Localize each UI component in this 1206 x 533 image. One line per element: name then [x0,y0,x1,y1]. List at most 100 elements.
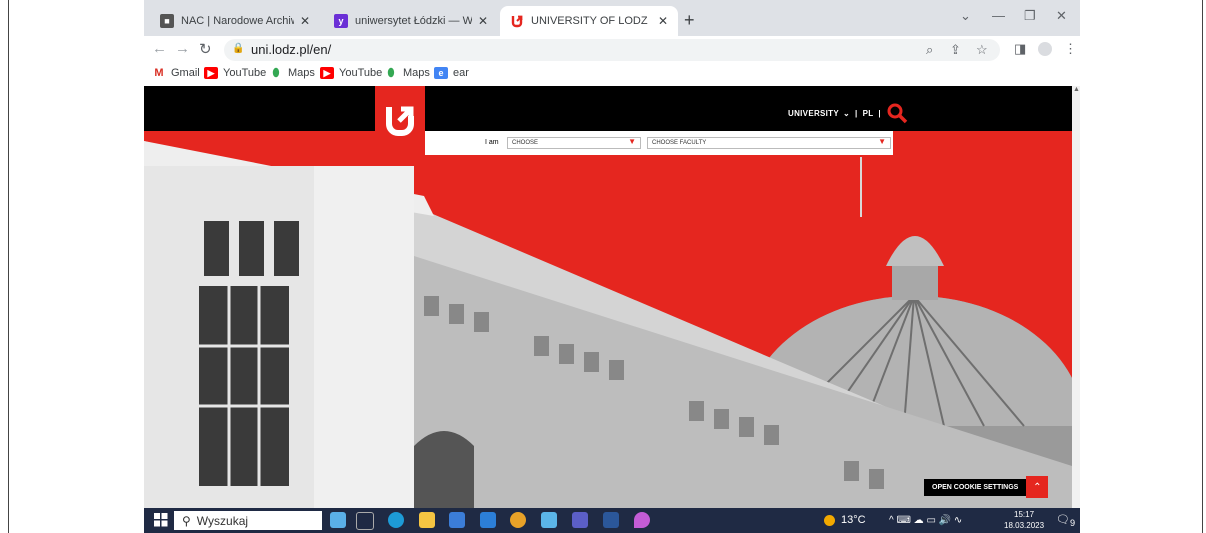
taskbar-search[interactable]: ⚲ Wyszukaj [174,511,322,530]
address-bar[interactable]: 🔒 uni.lodz.pl/en/ ⌕ ⇪ ☆ [224,39,1000,61]
mail-icon[interactable] [480,512,496,528]
edge-icon[interactable] [388,512,404,528]
back-icon[interactable]: ← [152,40,167,57]
ul-logo-icon [386,106,414,136]
browser-window: ■ NAC | Narodowe Archiwum Cyfr ✕ y uniwe… [144,0,1080,533]
web-page: UNIVERSITY ⌄ | PL | I am CHOOSE ▼ CHOOSE… [144,86,1072,508]
audience-selector-bar: I am CHOOSE ▼ CHOOSE FACULTY ▼ [425,131,893,155]
url-text[interactable]: uni.lodz.pl/en/ [251,42,331,57]
menu-kebab-icon[interactable]: ⋮ [1064,41,1077,57]
search-icon[interactable] [886,102,908,124]
i-am-label: I am [485,139,499,146]
tab-university-of-lodz[interactable]: UNIVERSITY OF LODZ ✕ [500,6,678,36]
restore-icon[interactable]: ❐ [1024,8,1036,24]
bookmark-label: YouTube [339,67,383,79]
share-icon[interactable]: ⇪ [950,42,961,58]
yahoo-favicon-icon: y [334,14,348,28]
reload-icon[interactable]: ↻ [199,40,212,58]
bookmark-youtube-2[interactable]: ▶ YouTube [320,67,382,79]
notification-count: 9 [1069,518,1076,529]
bookmark-label: Gmail [171,67,200,79]
tab-search-results[interactable]: y uniwersytet Łódzki — Wyniki wys ✕ [324,6,498,36]
clock-date: 18.03.2023 [1004,521,1045,530]
app-drop-icon[interactable] [634,512,650,528]
open-cookie-settings-button[interactable]: OPEN COOKIE SETTINGS [924,478,1027,496]
weather-sun-icon [824,514,835,526]
tab-nac[interactable]: ■ NAC | Narodowe Archiwum Cyfr ✕ [150,6,320,36]
bookmark-label: ear [453,67,469,79]
lock-icon[interactable]: 🔒 [232,43,244,54]
weather-widget[interactable]: 13°C [824,514,866,526]
temperature: 13°C [841,514,866,526]
gmail-icon: M [152,67,166,79]
audience-select[interactable]: CHOOSE ▼ [507,137,641,149]
chrome-icon[interactable] [510,512,526,528]
word-icon[interactable] [603,512,619,528]
site-header: UNIVERSITY ⌄ | PL | [144,86,1072,131]
faculty-select[interactable]: CHOOSE FACULTY ▼ [647,137,891,149]
clock-time: 15:17 [1014,510,1035,519]
tab-title: UNIVERSITY OF LODZ [531,15,648,27]
minimize-icon[interactable]: — [992,8,1005,23]
university-menu[interactable]: UNIVERSITY [788,109,839,118]
close-tab-icon[interactable]: ✕ [478,14,488,28]
taskbar-search-text: Wyszukaj [196,513,249,528]
cookie-settings: OPEN COOKIE SETTINGS ⌃ [924,474,1049,500]
search-icon: ⚲ [182,513,191,528]
bookmark-gmail[interactable]: M Gmail [152,67,200,79]
store-icon[interactable] [449,512,465,528]
scroll-up-icon[interactable]: ▲ [1073,86,1080,98]
bookmark-star-icon[interactable]: ☆ [976,42,988,58]
bookmark-label: YouTube [223,67,267,79]
zoom-icon[interactable]: ⌕ [926,42,933,58]
nav-divider: | [878,108,881,118]
profile-avatar-icon[interactable] [1038,42,1052,56]
windows-taskbar: ⚲ Wyszukaj 13°C ^ ⌨ ☁ ▭ 🔊 ∿ 15:17 18.03.… [144,508,1080,533]
bookmarks-bar: M Gmail ▶ YouTube ⬮ Maps ▶ YouTube ⬮ Map… [144,64,1080,86]
header-nav: UNIVERSITY ⌄ | PL | [788,102,908,124]
browser-toolbar: ← → ↻ 🔒 uni.lodz.pl/en/ ⌕ ⇪ ☆ ◨ ⋮ [144,36,1080,64]
maps-icon: ⬮ [269,67,283,79]
page-scrollbar[interactable]: ▲ [1072,86,1080,508]
side-panel-icon[interactable]: ◨ [1014,41,1026,57]
close-tab-icon[interactable]: ✕ [300,14,310,28]
nav-divider: | [855,108,858,118]
ear-icon: e [434,67,448,79]
audience-select-value: CHOOSE [512,140,539,146]
bookmark-label: Maps [288,67,315,79]
chevron-down-icon: ▼ [628,137,636,146]
chevron-down-icon: ⌄ [843,108,851,118]
bookmark-ear[interactable]: e ear [434,67,469,79]
bookmark-youtube[interactable]: ▶ YouTube [204,67,266,79]
widgets-icon[interactable] [330,512,346,528]
ul-favicon-icon [510,14,524,28]
language-switch[interactable]: PL [863,109,874,118]
tab-search-chevron-icon[interactable]: ⌄ [960,8,971,24]
close-window-icon[interactable]: ✕ [1056,8,1067,24]
bookmark-label: Maps [403,67,430,79]
nac-favicon-icon: ■ [160,14,174,28]
windows-start-icon[interactable] [154,513,168,527]
file-explorer-icon[interactable] [419,512,435,528]
youtube-icon: ▶ [204,67,218,79]
bookmark-maps-2[interactable]: ⬮ Maps [384,67,430,79]
maps-icon: ⬮ [384,67,398,79]
tab-title: uniwersytet Łódzki — Wyniki wys [355,15,472,27]
teams-icon[interactable] [572,512,588,528]
chevron-down-icon: ▼ [878,137,886,146]
scroll-to-top-icon[interactable]: ⌃ [1026,476,1049,498]
forward-icon[interactable]: → [175,40,190,57]
close-tab-icon[interactable]: ✕ [658,14,668,28]
system-tray-icons[interactable]: ^ ⌨ ☁ ▭ 🔊 ∿ [889,515,962,526]
university-logo[interactable] [375,86,425,155]
youtube-icon: ▶ [320,67,334,79]
faculty-select-value: CHOOSE FACULTY [652,140,707,146]
paint-icon[interactable] [541,512,557,528]
tab-strip: ■ NAC | Narodowe Archiwum Cyfr ✕ y uniwe… [144,0,1080,36]
clock[interactable]: 15:17 18.03.2023 [1004,509,1044,531]
task-view-icon[interactable] [356,512,374,530]
bookmark-maps[interactable]: ⬮ Maps [269,67,315,79]
new-tab-button[interactable]: + [684,10,695,31]
tab-title: NAC | Narodowe Archiwum Cyfr [181,15,294,27]
notification-center-icon[interactable]: 🗨9 [1056,513,1075,528]
